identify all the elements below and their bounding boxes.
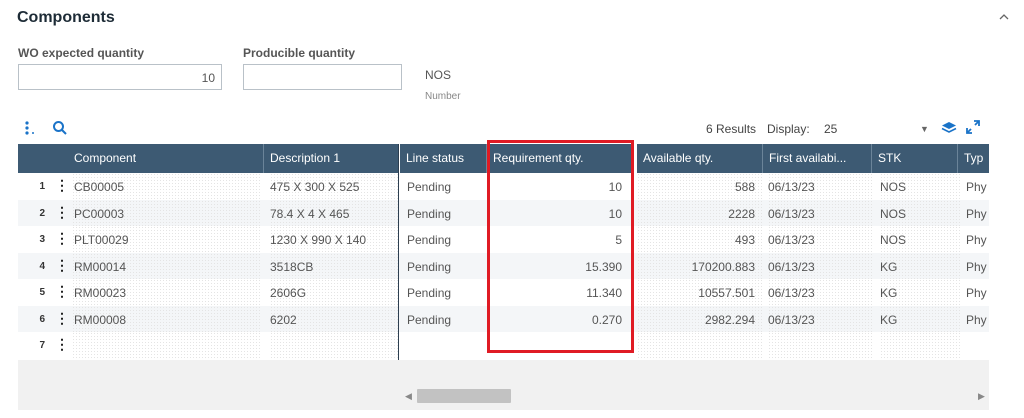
- cell-description: 3518CB: [270, 252, 398, 279]
- column-header-stk[interactable]: STK: [872, 144, 958, 173]
- cell-description: 6202: [270, 305, 398, 332]
- scrollbar-thumb[interactable]: [417, 389, 511, 403]
- column-header-line-status[interactable]: Line status: [400, 144, 487, 173]
- row-menu-icon[interactable]: ⋮: [54, 306, 70, 332]
- row-number: 6: [39, 313, 45, 325]
- producible-quantity-field[interactable]: [243, 64, 402, 90]
- row-menu-icon[interactable]: ⋮: [54, 253, 70, 279]
- cell-type: Phy: [966, 312, 987, 327]
- cell-available-qty: 2982.294: [637, 305, 763, 332]
- chevron-down-icon[interactable]: ▼: [920, 124, 929, 134]
- cell-type: Phy: [966, 286, 987, 300]
- requirement-qty-highlight: [487, 140, 634, 353]
- display-label: Display:: [767, 122, 810, 136]
- unit-value: NOS: [425, 68, 452, 82]
- cell-first-availability: 06/13/23: [768, 173, 873, 199]
- cell-available-qty: 588: [637, 173, 763, 199]
- cell-description: [270, 332, 398, 358]
- cell-first-availability: 06/13/23: [768, 226, 873, 252]
- cell-stk: NOS: [880, 226, 962, 252]
- cell-stk: KG: [880, 305, 962, 332]
- cell-component: CB00005: [72, 173, 262, 199]
- cell-description: 2606G: [270, 279, 398, 305]
- producible-quantity-label: Producible quantity: [243, 46, 356, 60]
- wo-expected-quantity-field[interactable]: 10: [18, 64, 222, 90]
- header-spacer: [18, 144, 68, 173]
- cell-line-status: Pending: [407, 180, 452, 194]
- cell-available-qty: 2228: [637, 199, 763, 226]
- display-select[interactable]: 25: [824, 122, 837, 136]
- search-icon[interactable]: [52, 120, 68, 136]
- row-number: 5: [39, 287, 45, 298]
- cell-line-status: Pending: [407, 286, 452, 300]
- row-number: 4: [39, 260, 45, 272]
- cell-first-availability: 06/13/23: [768, 252, 873, 279]
- scroll-left-icon[interactable]: ◀: [405, 391, 412, 402]
- column-header-type[interactable]: Typ: [958, 144, 989, 173]
- frozen-column-divider: [398, 144, 399, 360]
- row-menu-icon[interactable]: ⋮: [54, 332, 70, 358]
- cell-component: PLT00029: [72, 226, 262, 252]
- cell-type: Phy: [966, 206, 987, 221]
- cell-component: PC00003: [72, 199, 262, 226]
- cell-available-qty: [637, 332, 763, 358]
- row-menu-icon[interactable]: ⋮: [54, 173, 70, 199]
- column-header-available-qty[interactable]: Available qty.: [637, 144, 763, 173]
- cell-line-status: Pending: [407, 206, 452, 221]
- cell-stk: [880, 332, 962, 358]
- cell-type: Phy: [966, 233, 987, 247]
- column-header-component[interactable]: Component: [68, 144, 264, 173]
- cell-first-availability: [768, 332, 873, 358]
- chevron-up-icon[interactable]: [997, 10, 1011, 24]
- vertical-dots-icon[interactable]: [24, 120, 36, 136]
- cell-first-availability: 06/13/23: [768, 279, 873, 305]
- scroll-right-icon[interactable]: ▶: [978, 391, 985, 402]
- row-number: 1: [39, 181, 45, 192]
- cell-available-qty: 170200.883: [637, 252, 763, 279]
- expand-icon[interactable]: [966, 120, 980, 134]
- row-menu-icon[interactable]: ⋮: [54, 279, 70, 305]
- row-menu-icon[interactable]: ⋮: [54, 226, 70, 252]
- results-count: 6 Results: [706, 122, 757, 136]
- cell-description: 475 X 300 X 525: [270, 173, 398, 199]
- cell-first-availability: 06/13/23: [768, 199, 873, 226]
- cell-type: Phy: [966, 259, 987, 274]
- cell-stk: NOS: [880, 173, 962, 199]
- row-number: 3: [39, 234, 45, 245]
- cell-type: Phy: [966, 180, 987, 194]
- cell-available-qty: 10557.501: [637, 279, 763, 305]
- cell-description: 78.4 X 4 X 465: [270, 199, 398, 226]
- cell-stk: KG: [880, 279, 962, 305]
- cell-component: RM00014: [72, 252, 262, 279]
- row-number: 7: [39, 340, 45, 351]
- section-title: Components: [17, 9, 115, 26]
- cell-stk: KG: [880, 252, 962, 279]
- cell-line-status: Pending: [407, 312, 452, 327]
- row-number: 2: [39, 207, 45, 219]
- cell-component: RM00023: [72, 279, 262, 305]
- cell-type: [966, 332, 989, 358]
- cell-description: 1230 X 990 X 140: [270, 226, 398, 252]
- column-header-first-availability[interactable]: First availabi...: [763, 144, 872, 173]
- unit-caption: Number: [425, 91, 461, 102]
- cell-line-status: [407, 332, 494, 358]
- cell-line-status: Pending: [407, 233, 452, 247]
- row-menu-icon[interactable]: ⋮: [54, 200, 70, 226]
- cell-component: [72, 332, 262, 358]
- cell-first-availability: 06/13/23: [768, 305, 873, 332]
- cell-component: RM00008: [72, 305, 262, 332]
- wo-expected-quantity-label: WO expected quantity: [18, 46, 145, 60]
- column-header-description[interactable]: Description 1: [264, 144, 398, 173]
- cell-stk: NOS: [880, 199, 962, 226]
- cell-available-qty: 493: [637, 226, 763, 252]
- cell-line-status: Pending: [407, 259, 452, 274]
- layers-icon[interactable]: [941, 121, 957, 135]
